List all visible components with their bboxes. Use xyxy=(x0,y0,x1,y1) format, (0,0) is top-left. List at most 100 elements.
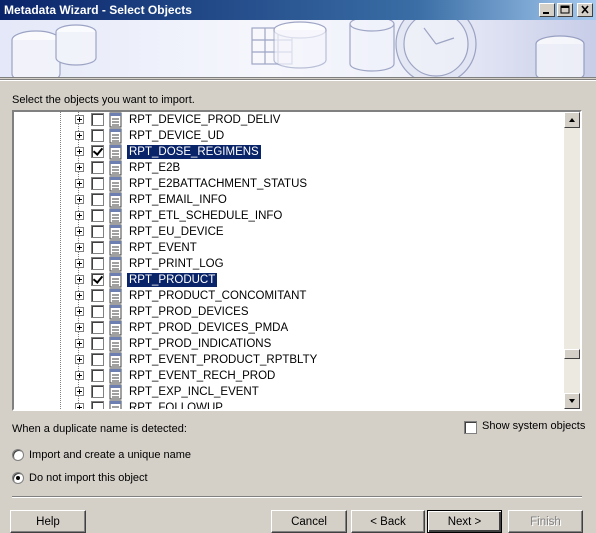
expand-icon[interactable] xyxy=(75,115,84,124)
tree-item-checkbox[interactable] xyxy=(91,337,104,350)
tree-item-checkbox[interactable] xyxy=(91,145,104,158)
tree-item[interactable]: RPT_EVENT_PRODUCT_RPTBLTY xyxy=(14,352,564,368)
next-button[interactable]: Next > xyxy=(427,510,502,533)
tree-item-label[interactable]: RPT_EU_DEVICE xyxy=(127,225,226,239)
expand-icon[interactable] xyxy=(75,179,84,188)
tree-item-label[interactable]: RPT_EVENT_PRODUCT_RPTBLTY xyxy=(127,353,319,367)
expand-icon[interactable] xyxy=(75,339,84,348)
tree-item-checkbox[interactable] xyxy=(91,161,104,174)
finish-button[interactable]: Finish xyxy=(508,510,583,533)
expand-icon[interactable] xyxy=(75,307,84,316)
tree-item-checkbox[interactable] xyxy=(91,177,104,190)
tree-item[interactable]: RPT_EVENT xyxy=(14,240,564,256)
minimize-button[interactable] xyxy=(539,3,555,17)
tree-item-checkbox[interactable] xyxy=(91,225,104,238)
tree-item-checkbox[interactable] xyxy=(91,273,104,286)
tree-item-checkbox[interactable] xyxy=(91,193,104,206)
tree-item[interactable]: RPT_PRINT_LOG xyxy=(14,256,564,272)
expand-icon[interactable] xyxy=(75,387,84,396)
expand-icon[interactable] xyxy=(75,403,84,409)
tree-item[interactable]: RPT_E2B xyxy=(14,160,564,176)
tree-item[interactable]: RPT_DEVICE_PROD_DELIV xyxy=(14,112,564,128)
window-title: Metadata Wizard - Select Objects xyxy=(4,3,192,17)
tree-item-label[interactable]: RPT_E2B xyxy=(127,161,182,175)
expand-icon[interactable] xyxy=(75,227,84,236)
expand-icon[interactable] xyxy=(75,371,84,380)
tree-item-label[interactable]: RPT_E2BATTACHMENT_STATUS xyxy=(127,177,309,191)
maximize-button[interactable] xyxy=(557,3,573,17)
tree-item-checkbox[interactable] xyxy=(91,321,104,334)
import-unique-name-radio[interactable] xyxy=(12,449,24,461)
tree-item-label[interactable]: RPT_EVENT_RECH_PROD xyxy=(127,369,277,383)
close-button[interactable] xyxy=(577,3,593,17)
tree-item[interactable]: RPT_EMAIL_INFO xyxy=(14,192,564,208)
tree-item[interactable]: RPT_DEVICE_UD xyxy=(14,128,564,144)
help-button[interactable]: Help xyxy=(10,510,86,533)
tree-item[interactable]: RPT_EU_DEVICE xyxy=(14,224,564,240)
table-icon xyxy=(109,112,122,128)
objects-tree[interactable]: RPT_DEVICE_PROD_DELIV RPT_DEVICE_UD RPT_DO… xyxy=(12,110,582,411)
tree-item-checkbox[interactable] xyxy=(91,289,104,302)
tree-item[interactable]: RPT_DOSE_REGIMENS xyxy=(14,144,564,160)
tree-item-label[interactable]: RPT_DEVICE_UD xyxy=(127,129,226,143)
expand-icon[interactable] xyxy=(75,259,84,268)
tree-item-label[interactable]: RPT_PRODUCT_CONCOMITANT xyxy=(127,289,308,303)
tree-item[interactable]: RPT_EXP_INCL_EVENT xyxy=(14,384,564,400)
tree-item-checkbox[interactable] xyxy=(91,305,104,318)
scroll-up-button[interactable] xyxy=(564,112,580,128)
expand-icon[interactable] xyxy=(75,291,84,300)
tree-item-checkbox[interactable] xyxy=(91,401,104,409)
tree-item-label[interactable]: RPT_PROD_DEVICES xyxy=(127,305,251,319)
tree-item-label[interactable]: RPT_FOLLOWUP xyxy=(127,401,225,409)
tree-item-label[interactable]: RPT_DOSE_REGIMENS xyxy=(126,144,262,160)
expand-icon[interactable] xyxy=(75,355,84,364)
tree-item-label[interactable]: RPT_PRINT_LOG xyxy=(127,257,226,271)
tree-item[interactable]: RPT_EVENT_RECH_PROD xyxy=(14,368,564,384)
tree-item-label[interactable]: RPT_PROD_INDICATIONS xyxy=(127,337,273,351)
show-system-objects-label[interactable]: Show system objects xyxy=(482,420,585,432)
expand-icon[interactable] xyxy=(75,195,84,204)
tree-item-label[interactable]: RPT_ETL_SCHEDULE_INFO xyxy=(127,209,284,223)
show-system-objects-checkbox[interactable] xyxy=(464,421,477,434)
vertical-scrollbar[interactable] xyxy=(564,112,580,409)
minimize-icon xyxy=(543,12,549,14)
expand-icon[interactable] xyxy=(75,211,84,220)
tree-item[interactable]: RPT_PRODUCT xyxy=(14,272,564,288)
tree-item-label[interactable]: RPT_EXP_INCL_EVENT xyxy=(127,385,261,399)
tree-item-checkbox[interactable] xyxy=(91,113,104,126)
expand-icon[interactable] xyxy=(75,243,84,252)
tree-item-checkbox[interactable] xyxy=(91,209,104,222)
tree-item[interactable]: RPT_FOLLOWUP xyxy=(14,400,564,409)
tree-item-checkbox[interactable] xyxy=(91,369,104,382)
expand-icon[interactable] xyxy=(75,275,84,284)
tree-item-label[interactable]: RPT_PROD_DEVICES_PMDA xyxy=(127,321,290,335)
back-button[interactable]: < Back xyxy=(351,510,425,533)
tree-item-label[interactable]: RPT_DEVICE_PROD_DELIV xyxy=(127,113,282,127)
expand-icon[interactable] xyxy=(75,323,84,332)
tree-item-label[interactable]: RPT_PRODUCT xyxy=(125,272,219,288)
tree-item[interactable]: RPT_E2BATTACHMENT_STATUS xyxy=(14,176,564,192)
import-unique-name-label[interactable]: Import and create a unique name xyxy=(29,449,191,461)
expand-icon[interactable] xyxy=(75,131,84,140)
table-icon xyxy=(109,272,122,288)
tree-item[interactable]: RPT_PROD_DEVICES xyxy=(14,304,564,320)
tree-item-label[interactable]: RPT_EVENT xyxy=(127,241,199,255)
tree-item-checkbox[interactable] xyxy=(91,241,104,254)
expand-icon[interactable] xyxy=(75,163,84,172)
do-not-import-radio[interactable] xyxy=(12,472,24,484)
header-separator xyxy=(0,79,596,81)
scroll-thumb[interactable] xyxy=(564,349,580,359)
tree-item[interactable]: RPT_PROD_INDICATIONS xyxy=(14,336,564,352)
tree-item[interactable]: RPT_ETL_SCHEDULE_INFO xyxy=(14,208,564,224)
tree-item-checkbox[interactable] xyxy=(91,129,104,142)
tree-item[interactable]: RPT_PROD_DEVICES_PMDA xyxy=(14,320,564,336)
tree-item-label[interactable]: RPT_EMAIL_INFO xyxy=(127,193,229,207)
tree-item-checkbox[interactable] xyxy=(91,385,104,398)
do-not-import-label[interactable]: Do not import this object xyxy=(29,472,148,484)
tree-item-checkbox[interactable] xyxy=(91,257,104,270)
scroll-down-button[interactable] xyxy=(564,393,580,409)
cancel-button[interactable]: Cancel xyxy=(271,510,347,533)
tree-item[interactable]: RPT_PRODUCT_CONCOMITANT xyxy=(14,288,564,304)
expand-icon[interactable] xyxy=(75,147,84,156)
tree-item-checkbox[interactable] xyxy=(91,353,104,366)
